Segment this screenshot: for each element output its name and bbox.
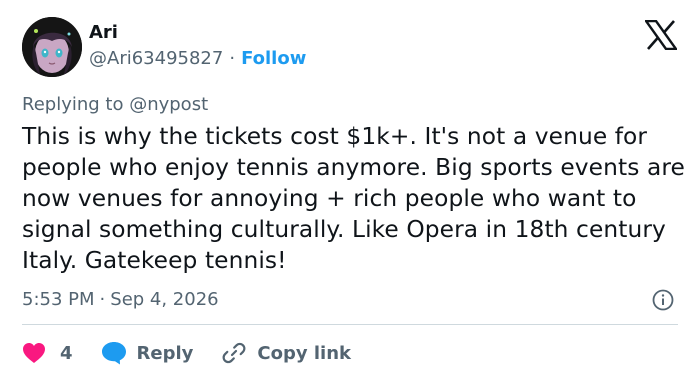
link-icon bbox=[221, 340, 247, 366]
tweet-date[interactable]: Sep 4, 2026 bbox=[110, 289, 218, 310]
action-bar: 4 Reply Copy link bbox=[22, 339, 351, 367]
tweet-time[interactable]: 5:53 PM bbox=[22, 289, 95, 310]
timestamp[interactable]: 5:53 PM · Sep 4, 2026 bbox=[22, 289, 219, 310]
like-button[interactable]: 4 bbox=[22, 342, 73, 364]
display-name[interactable]: Ari bbox=[89, 22, 118, 43]
time-separator: · bbox=[99, 289, 106, 310]
copy-link-label: Copy link bbox=[257, 342, 351, 364]
info-icon[interactable] bbox=[651, 288, 675, 312]
reply-label: Reply bbox=[136, 342, 194, 364]
avatar[interactable] bbox=[22, 17, 82, 77]
user-handle[interactable]: @Ari63495827 bbox=[89, 48, 223, 69]
reply-button[interactable]: Reply bbox=[101, 341, 194, 365]
x-logo-icon[interactable] bbox=[643, 19, 679, 51]
reply-context: Replying to @nypost bbox=[22, 94, 209, 115]
like-count: 4 bbox=[60, 342, 73, 364]
heart-icon bbox=[22, 342, 46, 364]
tweet-text: This is why the tickets cost $1k+. It's … bbox=[22, 123, 685, 274]
speech-bubble-icon bbox=[101, 341, 127, 365]
divider bbox=[22, 324, 678, 325]
handle-separator: · bbox=[229, 48, 236, 69]
handle-line: @Ari63495827 · Follow bbox=[89, 48, 306, 69]
copy-link-button[interactable]: Copy link bbox=[221, 340, 351, 366]
follow-button[interactable]: Follow bbox=[241, 48, 306, 69]
